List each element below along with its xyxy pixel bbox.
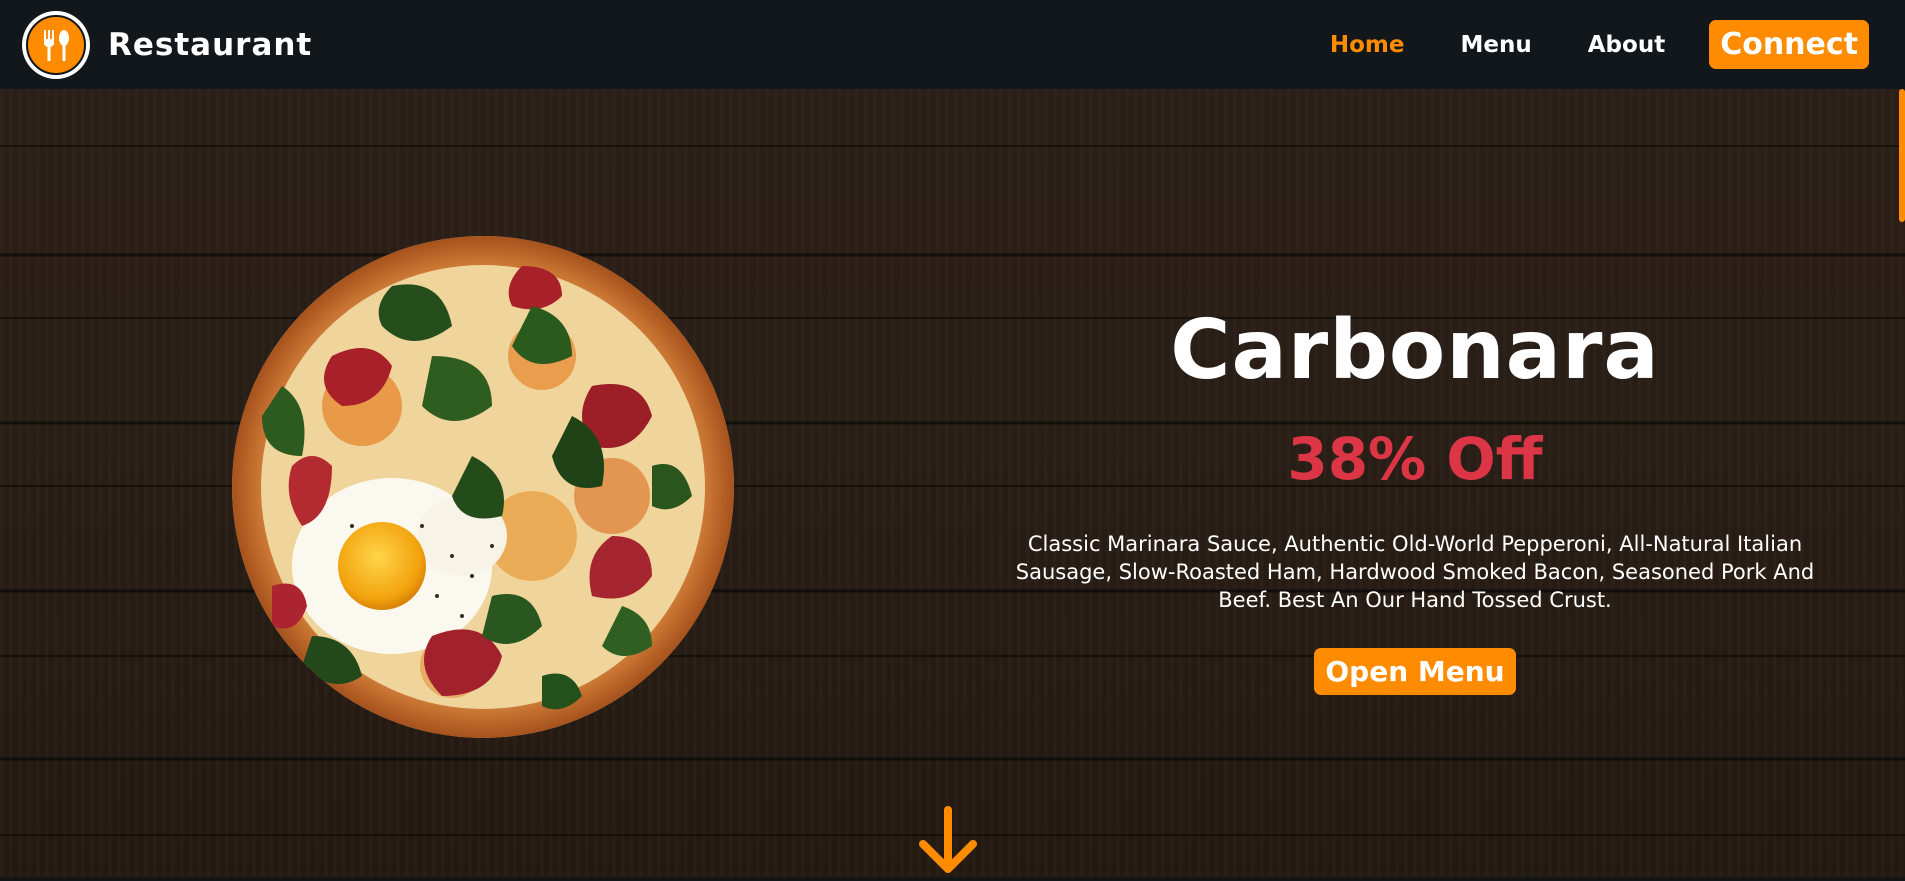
scrollbar-thumb[interactable] [1899,89,1905,222]
hero-text: Carbonara 38% Off Classic Marinara Sauce… [985,300,1845,695]
arrow-down-icon[interactable] [915,806,981,877]
open-menu-button[interactable]: Open Menu [1314,648,1516,695]
navbar: Restaurant Home Menu About Connect [0,0,1905,89]
connect-button[interactable]: Connect [1709,20,1869,69]
nav-item-home[interactable]: Home [1330,32,1405,58]
wood-plank-line [0,145,1905,147]
discount-label: 38% Off [1287,425,1543,493]
dish-title: Carbonara [1170,303,1660,398]
brand[interactable]: Restaurant [22,11,312,79]
nav-item-menu[interactable]: Menu [1461,32,1532,58]
fork-spoon-icon [22,11,90,79]
pizza-image [232,236,734,738]
nav-item-about[interactable]: About [1588,32,1665,58]
nav-links: Home Menu About Connect [1274,20,1869,69]
dish-description: Classic Marinara Sauce, Authentic Old-Wo… [1015,532,1815,612]
brand-name: Restaurant [108,27,313,63]
scrollbar[interactable] [1899,89,1905,877]
